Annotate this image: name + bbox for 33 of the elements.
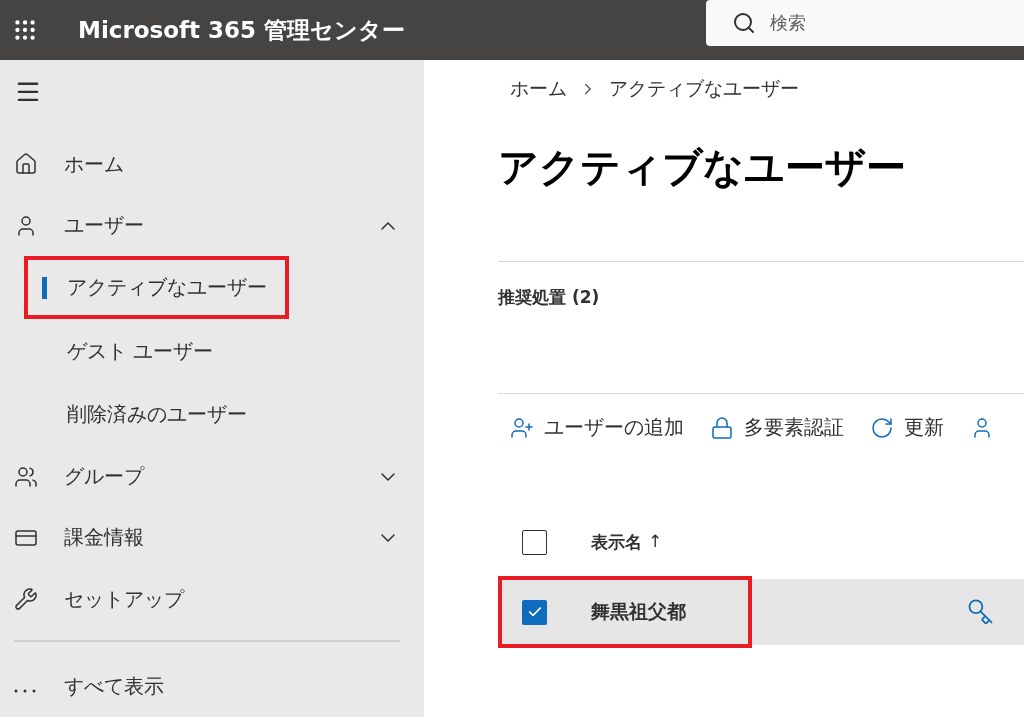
- toolbar-button[interactable]: 更新: [870, 414, 944, 441]
- app-launcher-icon[interactable]: [12, 17, 38, 43]
- app-title: Microsoft 365 管理センター: [78, 15, 406, 45]
- nav-item[interactable]: グループ: [14, 446, 400, 508]
- nav-item[interactable]: ユーザー: [14, 194, 400, 257]
- search-icon: [732, 11, 756, 35]
- breadcrumb-item: アクティブなユーザー: [609, 76, 799, 101]
- add-user-icon: [510, 415, 534, 440]
- table-row[interactable]: 舞黒祖父都: [498, 579, 1024, 645]
- section-heading[interactable]: 推奨処置 (2): [498, 286, 1024, 309]
- wrench-icon: [14, 587, 38, 612]
- refresh-icon: [870, 415, 894, 440]
- nav-subitem[interactable]: 削除済みのユーザー: [24, 382, 269, 447]
- nav-subitem[interactable]: ゲスト ユーザー: [24, 319, 236, 383]
- page-title: アクティブなユーザー: [498, 143, 907, 192]
- lock-icon: [710, 415, 734, 440]
- people-icon: [14, 464, 38, 489]
- nav-item[interactable]: セットアップ: [14, 568, 400, 630]
- home-icon: [14, 152, 38, 177]
- select-all-checkbox[interactable]: [522, 529, 547, 555]
- column-header[interactable]: 表示名 ↑: [591, 530, 663, 554]
- table-cell-text: 舞黒祖父都: [591, 599, 686, 624]
- search-field[interactable]: 検索: [706, 0, 1024, 46]
- toolbar-button[interactable]: 多要素認証: [710, 414, 844, 441]
- show-all-item[interactable]: すべて表示: [14, 655, 400, 717]
- key-icon[interactable]: [966, 598, 994, 626]
- nav-item[interactable]: 課金情報: [14, 507, 400, 569]
- row-checkbox[interactable]: [522, 599, 547, 625]
- breadcrumb-item[interactable]: ホーム: [510, 76, 567, 102]
- more-icon: [14, 689, 36, 694]
- toolbar-button[interactable]: ユーザーの追加: [510, 414, 684, 441]
- nav-item[interactable]: ホーム: [14, 133, 400, 195]
- nav-subitem[interactable]: アクティブなユーザー: [24, 256, 289, 320]
